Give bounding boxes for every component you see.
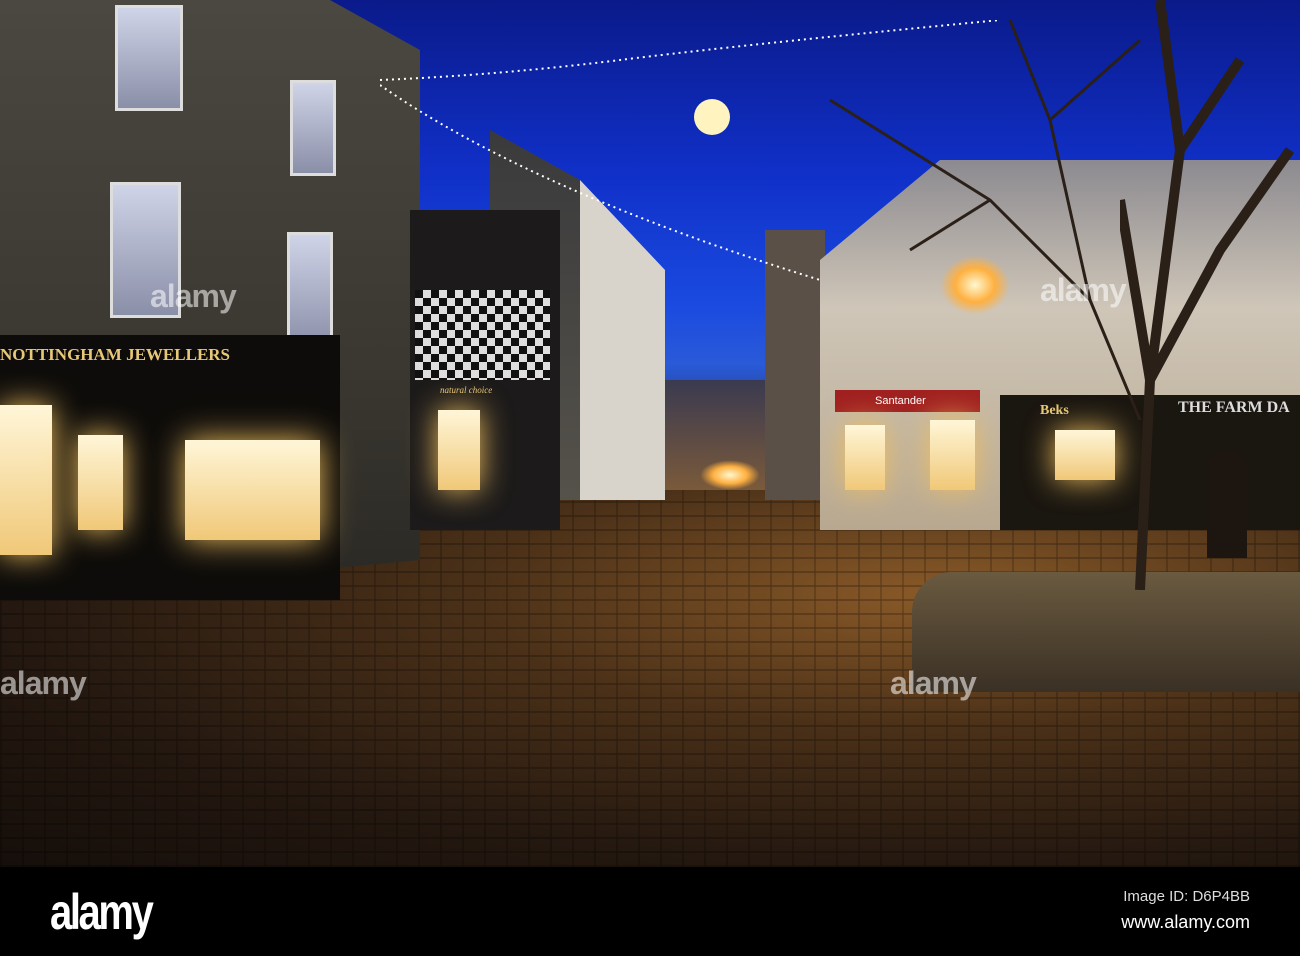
jewellers-shopfront: NOTTINGHAM JEWELLERS: [0, 335, 340, 600]
star-light-decoration: [694, 99, 730, 135]
jewellers-sign: NOTTINGHAM JEWELLERS: [0, 345, 231, 364]
tree-branches: [829, 19, 1142, 420]
site-url: www.alamy.com: [1121, 912, 1250, 932]
stock-photo: NOTTINGHAM JEWELLERS natural choice Sant…: [0, 0, 1300, 956]
watermark: alamy: [0, 665, 87, 701]
natural-choice-sign: natural choice: [440, 385, 493, 395]
pedestrian: [1207, 450, 1247, 558]
footer-bar: [0, 867, 1300, 956]
watermark: alamy: [1040, 272, 1127, 308]
alamy-logo: alamy: [50, 884, 154, 940]
watermark: alamy: [890, 665, 977, 701]
watermark: alamy: [150, 278, 237, 314]
image-id: Image ID: D6P4BB: [1123, 888, 1250, 905]
street-photo: NOTTINGHAM JEWELLERS natural choice Sant…: [0, 0, 1300, 867]
distant-light: [700, 460, 760, 490]
checkered-facade: [415, 290, 550, 380]
